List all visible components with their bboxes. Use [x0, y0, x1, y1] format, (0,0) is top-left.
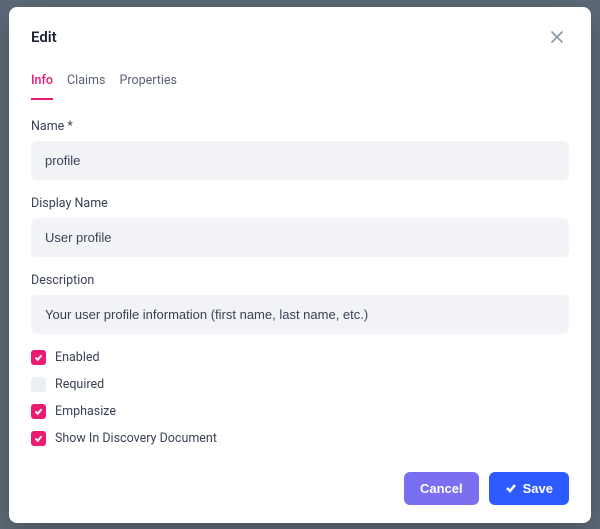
close-icon	[549, 29, 565, 45]
check-icon	[34, 353, 43, 362]
tab-info[interactable]: Info	[31, 69, 53, 100]
check-enabled[interactable]	[31, 350, 46, 365]
checkbox-group: Enabled Required Emphasize Show In Disco…	[31, 350, 569, 446]
check-icon	[34, 434, 43, 443]
check-required-label: Required	[55, 377, 104, 392]
modal-footer: Cancel Save	[9, 458, 591, 523]
save-button-label: Save	[523, 481, 553, 496]
form-area: Name * Display Name Description Enabled …	[9, 101, 591, 458]
name-input[interactable]	[31, 141, 569, 180]
modal-title: Edit	[31, 28, 57, 46]
modal-header: Edit	[9, 7, 591, 59]
check-discovery-row: Show In Discovery Document	[31, 431, 569, 446]
display-name-input[interactable]	[31, 218, 569, 257]
description-label: Description	[31, 273, 569, 288]
close-button[interactable]	[545, 25, 569, 49]
check-discovery[interactable]	[31, 431, 46, 446]
check-emphasize-label: Emphasize	[55, 404, 116, 419]
edit-modal: Edit Info Claims Properties Name * Displ…	[9, 7, 591, 523]
field-description: Description	[31, 273, 569, 334]
description-input[interactable]	[31, 295, 569, 334]
tab-claims[interactable]: Claims	[67, 69, 105, 100]
check-required-row: Required	[31, 377, 569, 392]
check-discovery-label: Show In Discovery Document	[55, 431, 217, 446]
check-required[interactable]	[31, 377, 46, 392]
field-display-name: Display Name	[31, 196, 569, 257]
check-emphasize[interactable]	[31, 404, 46, 419]
check-icon	[34, 407, 43, 416]
check-enabled-row: Enabled	[31, 350, 569, 365]
check-emphasize-row: Emphasize	[31, 404, 569, 419]
name-label: Name *	[31, 119, 569, 134]
tab-bar: Info Claims Properties	[9, 59, 591, 101]
tab-properties[interactable]: Properties	[119, 69, 177, 100]
display-name-label: Display Name	[31, 196, 569, 211]
save-button[interactable]: Save	[489, 472, 569, 505]
check-icon	[505, 482, 517, 494]
cancel-button[interactable]: Cancel	[404, 472, 479, 505]
check-enabled-label: Enabled	[55, 350, 100, 365]
field-name: Name *	[31, 119, 569, 180]
